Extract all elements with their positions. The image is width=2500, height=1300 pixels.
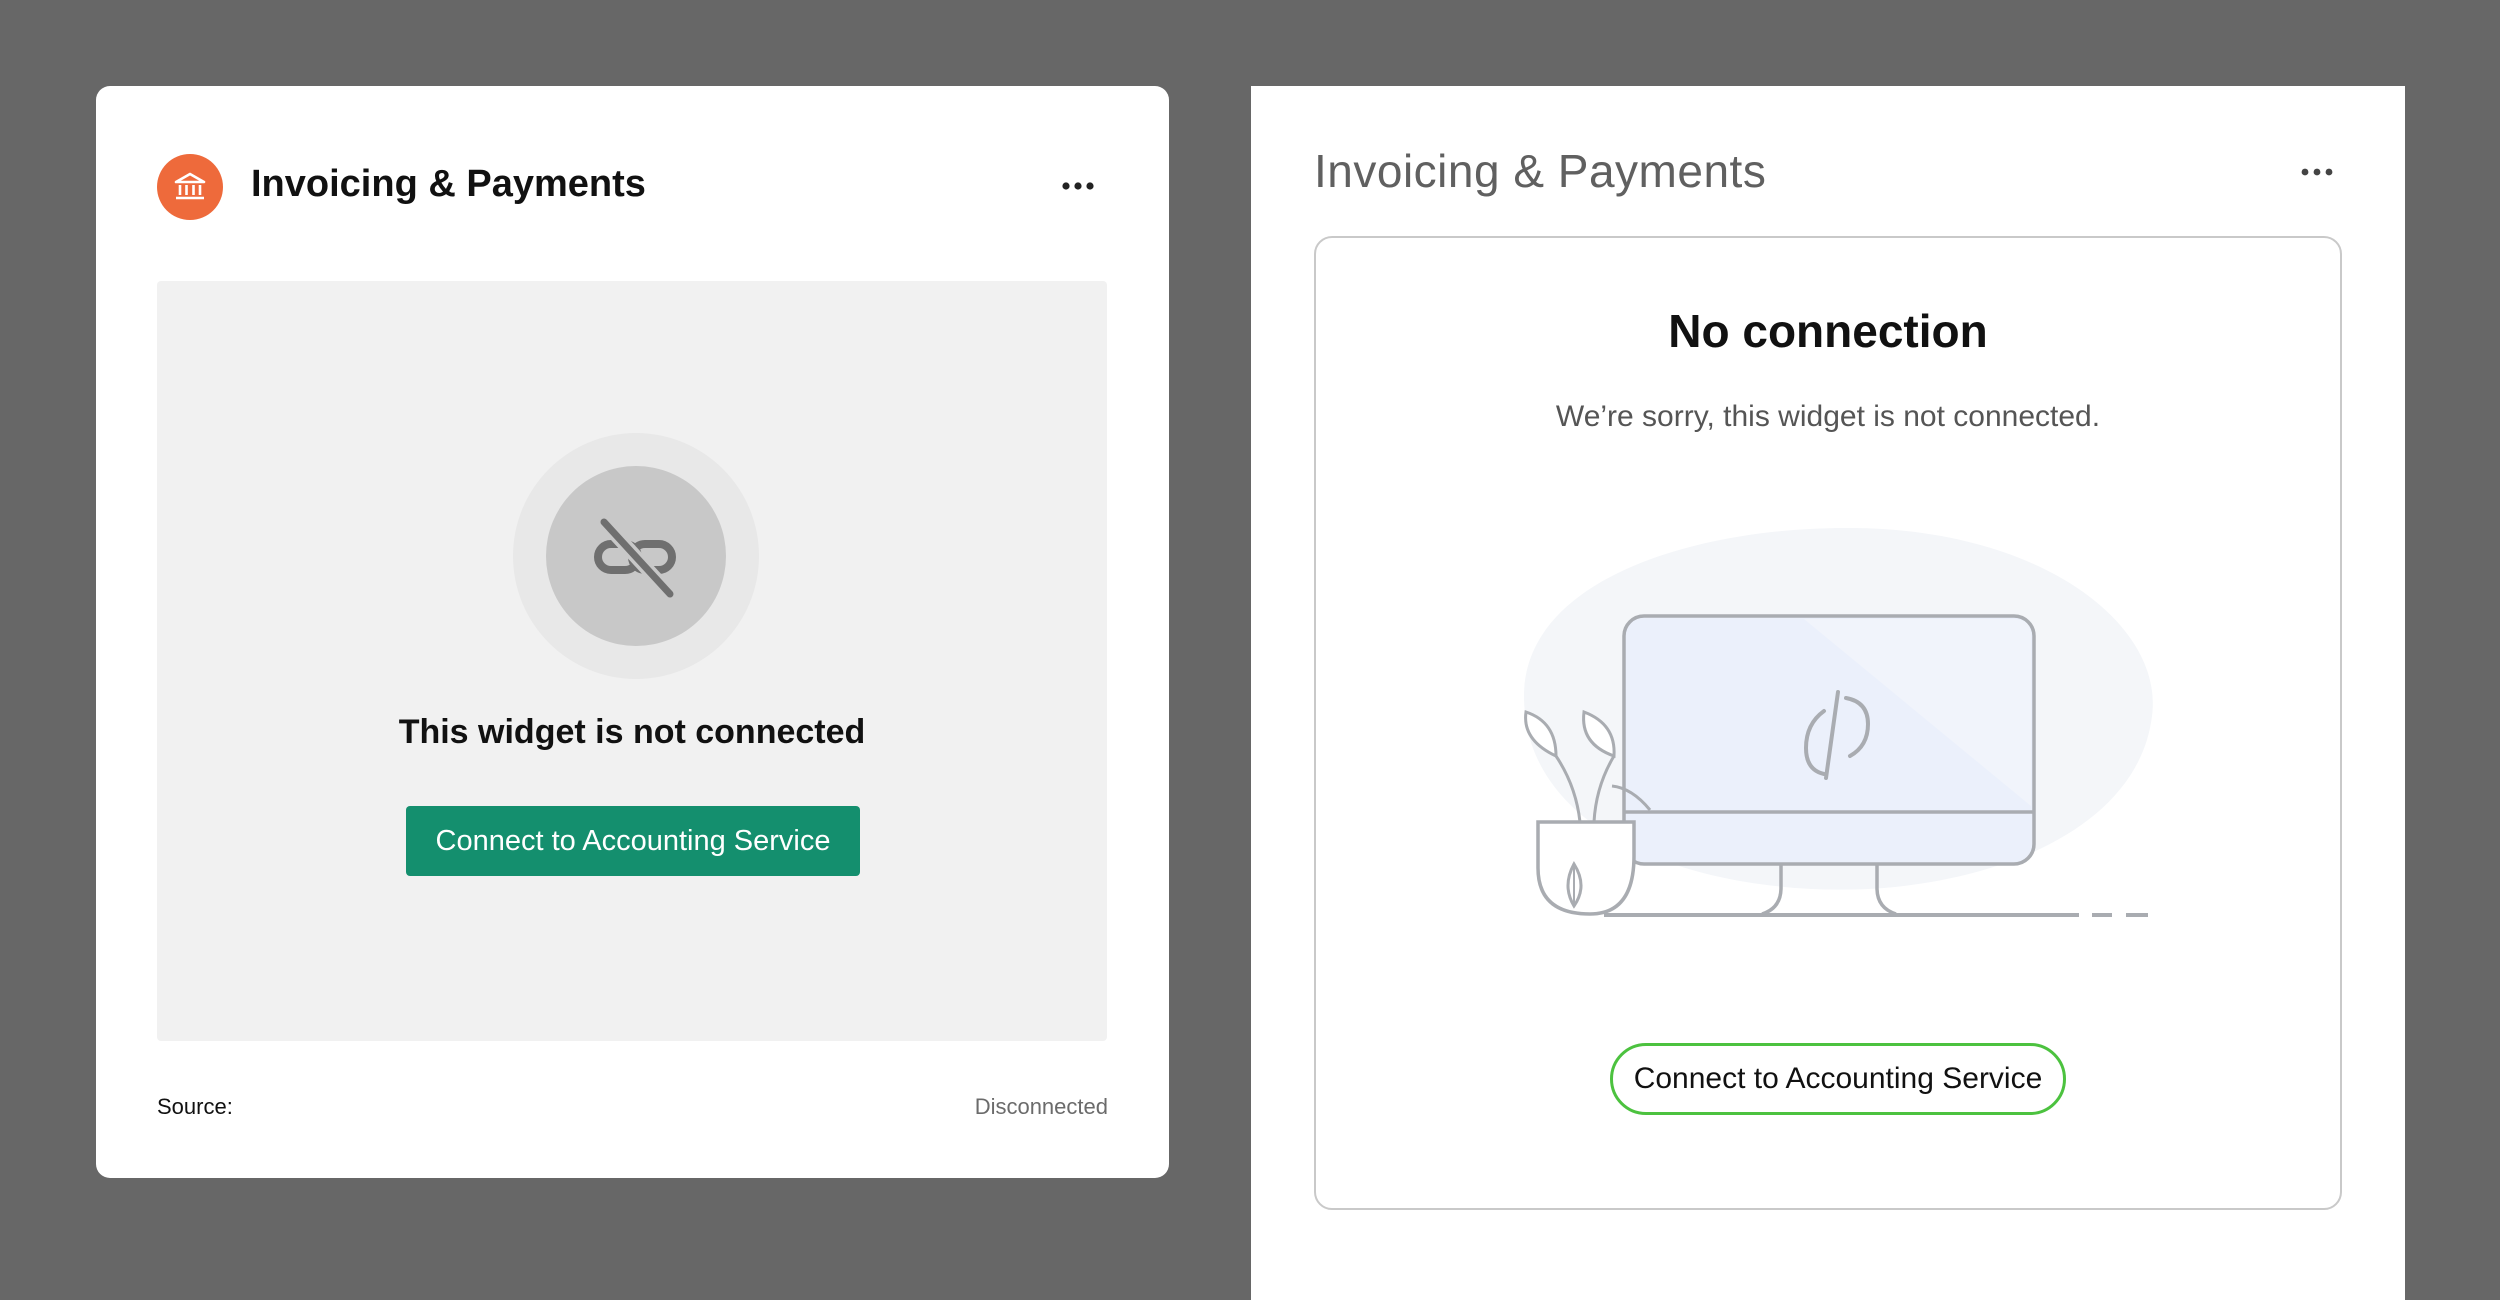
invoicing-widget-left: Invoicing & Payments This widget is not …	[96, 86, 1169, 1178]
more-horizontal-icon	[1062, 182, 1094, 190]
widget-title: Invoicing & Payments	[1314, 145, 1767, 197]
invoicing-widget-right: Invoicing & Payments No connection We’re…	[1251, 86, 2405, 1300]
not-connected-message: This widget is not connected	[398, 713, 866, 751]
connect-accounting-button[interactable]: Connect to Accounting Service	[1610, 1043, 2066, 1115]
widget-footer: Source: Disconnected	[157, 1094, 1108, 1134]
more-options-button[interactable]	[1048, 166, 1108, 206]
empty-state-card: No connection We’re sorry, this widget i…	[1314, 236, 2342, 1210]
disconnected-monitor-illustration	[1524, 527, 2153, 917]
connection-status: Disconnected	[974, 1094, 1108, 1119]
not-connected-subtext: We’re sorry, this widget is not connecte…	[1555, 400, 2101, 433]
connect-accounting-button[interactable]: Connect to Accounting Service	[406, 806, 860, 876]
widget-header: Invoicing & Payments	[157, 154, 1108, 220]
status-icon-disc	[546, 466, 726, 646]
source-label: Source:	[157, 1094, 233, 1119]
more-horizontal-icon	[2301, 168, 2333, 176]
unlink-icon	[594, 515, 677, 601]
status-icon-ring	[513, 433, 759, 679]
widget-title: Invoicing & Payments	[251, 163, 646, 205]
more-options-button[interactable]	[2289, 152, 2345, 192]
bank-icon	[157, 154, 223, 220]
no-connection-heading: No connection	[1668, 305, 1988, 357]
empty-state-panel: This widget is not connected Connect to …	[157, 281, 1107, 1041]
